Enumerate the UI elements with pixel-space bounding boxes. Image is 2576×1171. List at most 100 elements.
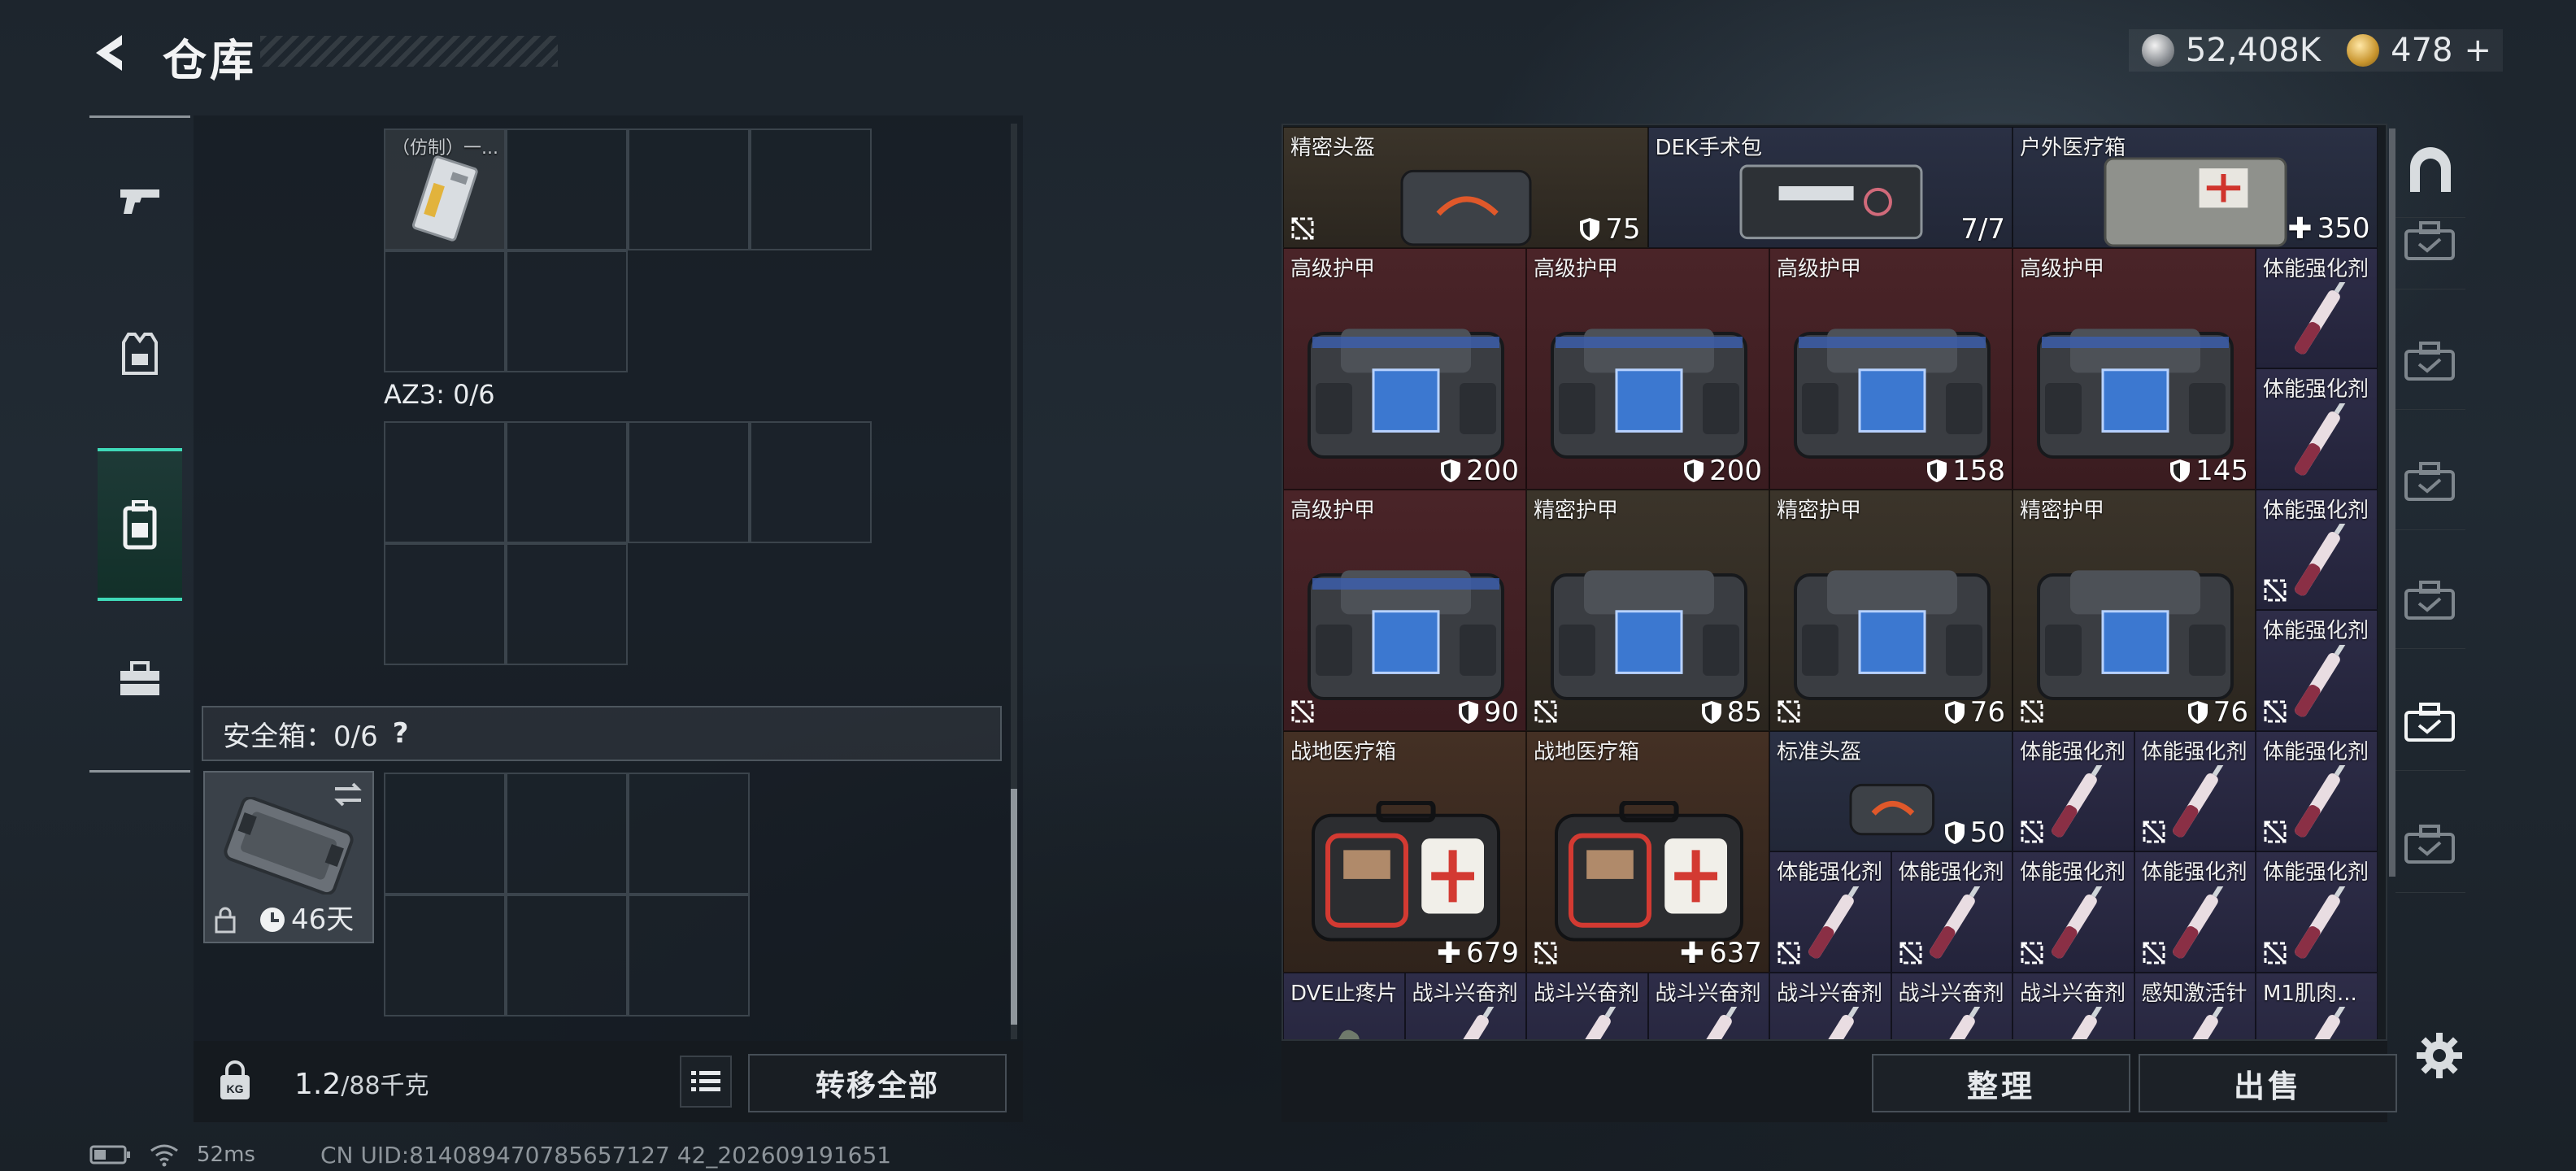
sort-button[interactable]: 整理 — [1872, 1054, 2130, 1112]
item-value-text: 158 — [1952, 454, 2005, 487]
storage-tab-5[interactable] — [2395, 553, 2465, 649]
container-slot[interactable] — [506, 421, 628, 543]
tab-toolbox[interactable] — [98, 606, 182, 752]
inventory-item[interactable]: 精密头盔 75 — [1283, 127, 1648, 248]
settings-button[interactable] — [2413, 1030, 2465, 1082]
inventory-item[interactable]: 感知激活针 — [2134, 972, 2256, 1039]
armor2-icon — [2036, 570, 2234, 700]
container-slot[interactable] — [750, 128, 872, 250]
inventory-item[interactable]: 体能强化剂 — [2256, 851, 2378, 973]
back-button[interactable] — [88, 29, 137, 76]
inventory-item[interactable]: 体能强化剂 — [1769, 851, 1891, 973]
tab-weapons[interactable] — [98, 128, 182, 274]
tab-equipment[interactable] — [98, 281, 182, 427]
storage-tab-7[interactable] — [2395, 797, 2465, 893]
inventory-item[interactable]: 体能强化剂 — [2012, 730, 2134, 851]
storage-tab-4[interactable] — [2395, 434, 2465, 530]
safe-slot[interactable] — [384, 773, 506, 895]
transfer-all-button[interactable]: 转移全部 — [748, 1054, 1007, 1112]
inventory-item[interactable]: 体能强化剂 — [2256, 610, 2378, 731]
item-name: 战斗兴奋剂 — [2020, 981, 2126, 1006]
inventory-item[interactable]: 战斗兴奋剂 — [1526, 972, 1648, 1039]
storage-tab-6[interactable] — [2395, 675, 2465, 771]
list-view-button[interactable] — [680, 1056, 732, 1108]
inventory-item[interactable]: 体能强化剂 — [2134, 851, 2256, 973]
item-name: 高级护甲 — [2020, 256, 2105, 281]
inventory-item[interactable]: M1肌肉... — [2256, 972, 2378, 1039]
swap-icon[interactable] — [332, 781, 364, 808]
help-button[interactable]: ? — [393, 717, 409, 750]
container-slot[interactable] — [384, 250, 506, 372]
inventory-item[interactable]: 体能强化剂 — [2256, 368, 2378, 490]
syringe-icon — [2294, 403, 2346, 476]
firstaid-icon — [1554, 801, 1743, 942]
container-slot-filled[interactable]: （仿制）一... — [384, 128, 506, 250]
container-slot[interactable] — [506, 128, 628, 250]
sell-button[interactable]: 出售 — [2139, 1054, 2397, 1112]
inventory-item[interactable]: 战斗兴奋剂 — [1891, 972, 2012, 1039]
inventory-item[interactable]: 高级护甲 200 — [1526, 247, 1769, 490]
inventory-item[interactable]: 战斗兴奋剂 — [1404, 972, 1526, 1039]
inventory-item[interactable]: 体能强化剂 — [2256, 730, 2378, 851]
inventory-item[interactable]: DVE止疼片 — [1283, 972, 1405, 1039]
inventory-item[interactable]: 标准头盔 50 — [1769, 730, 2012, 851]
add-gold-button[interactable]: + — [2464, 32, 2491, 69]
armor-shield-icon — [1684, 459, 1704, 482]
inventory-item[interactable]: 户外医疗箱 ✚ 350 — [2012, 127, 2378, 248]
safe-slot[interactable] — [384, 895, 506, 1016]
weight-lock-button[interactable]: KG — [203, 1054, 267, 1109]
safe-slot[interactable] — [506, 773, 628, 895]
container-slot[interactable] — [506, 543, 628, 665]
container-slot[interactable] — [750, 421, 872, 543]
inventory-item[interactable]: 战地医疗箱 ✚ 679 — [1283, 730, 1526, 973]
inventory-item[interactable]: 战斗兴奋剂 — [2012, 972, 2134, 1039]
container-slot[interactable] — [506, 250, 628, 372]
syringe-icon — [2051, 1007, 2103, 1039]
container-slot[interactable] — [628, 128, 750, 250]
inventory-item[interactable]: DEK手术包 7/7 — [1647, 127, 2012, 248]
syringe-icon — [1686, 1007, 1738, 1039]
inventory-scrollbar[interactable] — [2389, 128, 2395, 877]
item-value-text: 679 — [1466, 937, 1519, 969]
inventory-item[interactable]: 战斗兴奋剂 — [1769, 972, 1891, 1039]
item-name: 精密头盔 — [1290, 136, 1376, 160]
inventory-item[interactable]: 体能强化剂 — [2012, 851, 2134, 973]
inventory-item[interactable]: 精密护甲 76 — [2012, 489, 2256, 731]
storage-tab-3[interactable] — [2395, 314, 2465, 410]
storage-tab-2[interactable] — [2395, 194, 2465, 289]
safe-slot[interactable] — [506, 895, 628, 1016]
safe-case-icon — [224, 797, 354, 895]
ping-value: 52ms — [197, 1143, 255, 1167]
inventory-item[interactable]: 高级护甲 145 — [2012, 247, 2256, 490]
container-slot[interactable] — [628, 421, 750, 543]
inventory-item[interactable]: 精密护甲 76 — [1769, 489, 2012, 731]
tier-v-icon — [2404, 341, 2455, 381]
safe-slot[interactable] — [628, 895, 750, 1016]
container-slot[interactable] — [384, 421, 506, 543]
storage-tabs — [2395, 122, 2465, 992]
inventory-item[interactable]: 战斗兴奋剂 — [1647, 972, 1769, 1039]
left-scroll-thumb[interactable] — [1011, 789, 1017, 1025]
toolbox-icon — [120, 661, 159, 695]
weight-readout: 1.2/88千克 — [294, 1065, 429, 1101]
inventory-item[interactable]: 体能强化剂 — [2134, 730, 2256, 851]
inventory-item[interactable]: 体能强化剂 — [1891, 851, 2012, 973]
safe-slot[interactable] — [628, 773, 750, 895]
item-name: 体能强化剂 — [2141, 739, 2247, 764]
container-slot[interactable] — [384, 543, 506, 665]
inventory-item[interactable]: 高级护甲 158 — [1769, 247, 2012, 490]
category-tabs — [89, 115, 190, 773]
inventory-item[interactable]: 高级护甲 90 — [1283, 489, 1526, 731]
tab-backpack[interactable] — [98, 448, 182, 601]
inventory-item[interactable]: 精密护甲 85 — [1526, 489, 1769, 731]
no-trade-icon — [1778, 942, 1800, 964]
inventory-item[interactable]: 体能强化剂 — [2256, 489, 2378, 610]
inventory-item[interactable]: 高级护甲 200 — [1283, 247, 1526, 490]
uid-text: CN UID:814089470785657127 42_20260919165… — [320, 1142, 892, 1169]
syringe-icon — [2294, 1007, 2346, 1039]
svg-text:KG: KG — [227, 1082, 244, 1095]
item-value-text: 76 — [2213, 695, 2248, 729]
safe-box-case[interactable]: 46天 — [203, 771, 374, 943]
inventory-item[interactable]: 战地医疗箱 ✚ 637 — [1526, 730, 1769, 973]
inventory-item[interactable]: 体能强化剂 — [2256, 247, 2378, 368]
